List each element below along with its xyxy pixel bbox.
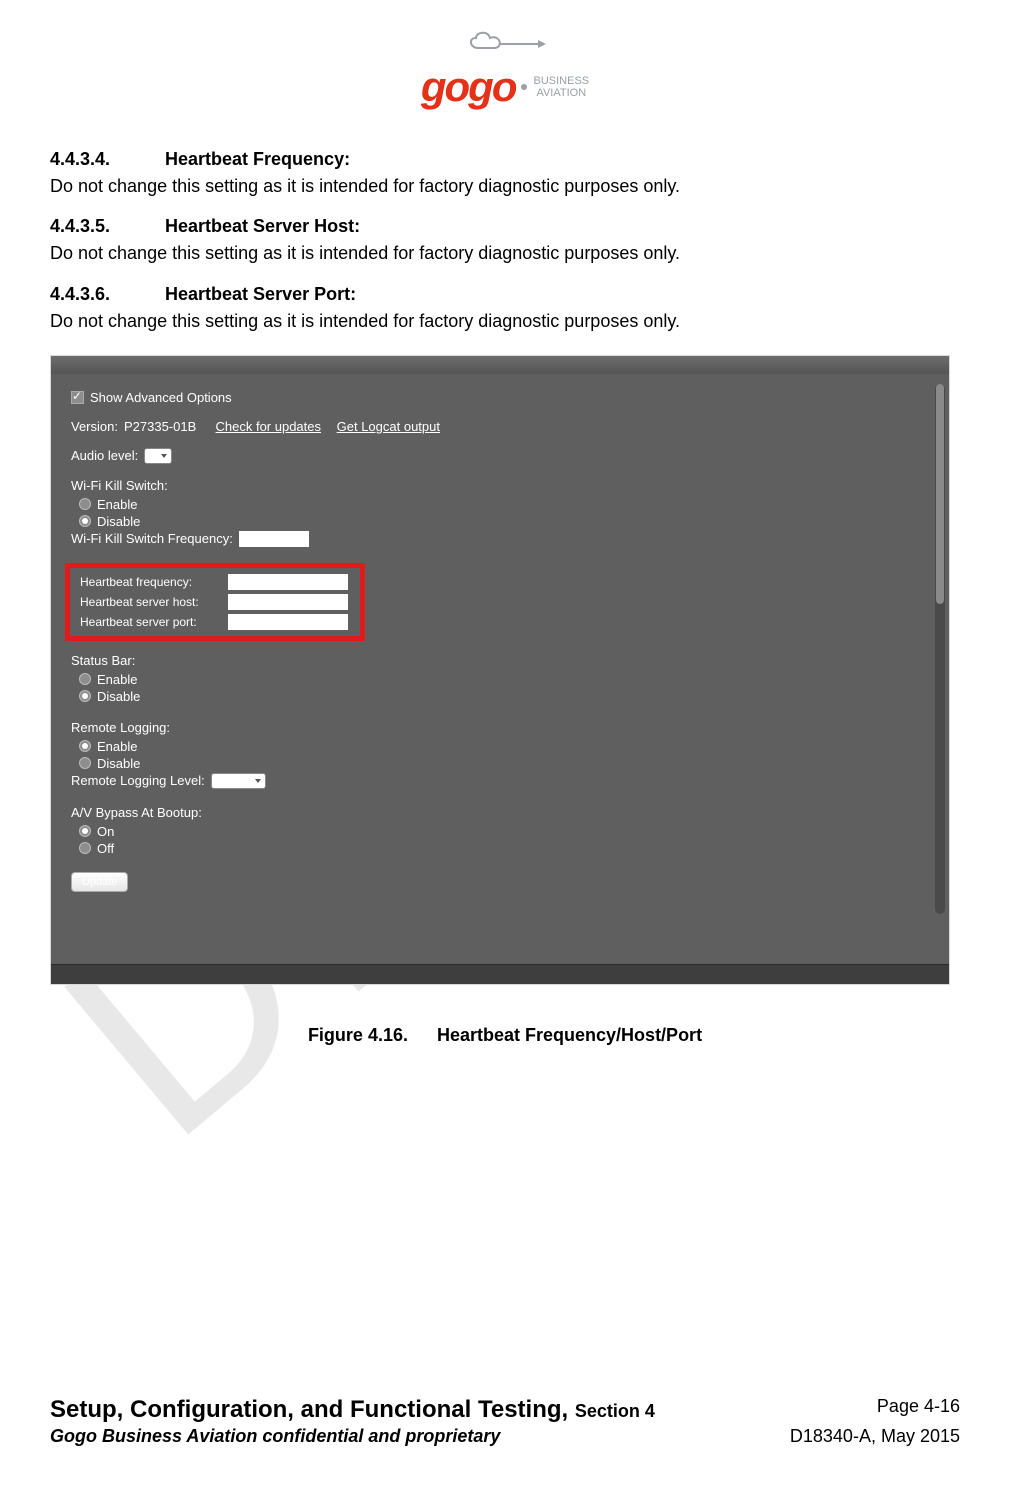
wifi-enable-radio[interactable] xyxy=(79,498,91,510)
hb-freq-label: Heartbeat frequency: xyxy=(80,575,220,589)
version-label: Version: xyxy=(71,419,118,434)
doc-section: 4.4.3.6. Heartbeat Server Port: Do not c… xyxy=(50,284,960,333)
remotelog-enable-radio[interactable] xyxy=(79,740,91,752)
check-updates-link[interactable]: Check for updates xyxy=(216,419,322,434)
section-body: Do not change this setting as it is inte… xyxy=(50,241,960,265)
wifi-disable-radio[interactable] xyxy=(79,515,91,527)
show-advanced-checkbox[interactable] xyxy=(71,391,84,404)
enable-label: Enable xyxy=(97,497,137,512)
page-footer: Setup, Configuration, and Functional Tes… xyxy=(50,1396,960,1447)
section-title: Heartbeat Server Port: xyxy=(165,284,356,304)
section-title: Heartbeat Frequency: xyxy=(165,149,350,169)
on-label: On xyxy=(97,824,114,839)
heartbeat-highlight-box: Heartbeat frequency: 15000 Heartbeat ser… xyxy=(65,563,365,641)
doc-section: 4.4.3.5. Heartbeat Server Host: Do not c… xyxy=(50,216,960,265)
footer-title: Setup, Configuration, and Functional Tes… xyxy=(50,1396,575,1423)
show-advanced-label: Show Advanced Options xyxy=(90,390,232,405)
window-bottombar xyxy=(51,964,949,984)
footer-page: Page 4-16 xyxy=(877,1396,960,1424)
enable-label: Enable xyxy=(97,672,137,687)
statusbar-enable-radio[interactable] xyxy=(79,673,91,685)
get-logcat-link[interactable]: Get Logcat output xyxy=(337,419,440,434)
cloud-arrow-icon xyxy=(460,28,550,58)
av-bypass-label: A/V Bypass At Bootup: xyxy=(71,805,929,820)
audio-level-label: Audio level: xyxy=(71,448,138,463)
disable-label: Disable xyxy=(97,689,140,704)
status-bar-label: Status Bar: xyxy=(71,653,929,668)
wifi-kill-switch-label: Wi-Fi Kill Switch: xyxy=(71,478,929,493)
section-title: Heartbeat Server Host: xyxy=(165,216,360,236)
section-body: Do not change this setting as it is inte… xyxy=(50,174,960,198)
section-number: 4.4.3.6. xyxy=(50,284,160,305)
disable-label: Disable xyxy=(97,756,140,771)
hb-freq-input[interactable]: 15000 xyxy=(228,574,348,590)
hb-port-input[interactable]: 2222 xyxy=(228,614,348,630)
remotelog-disable-radio[interactable] xyxy=(79,757,91,769)
version-value: P27335-01B xyxy=(124,419,196,434)
window-titlebar xyxy=(51,356,949,374)
remote-logging-label: Remote Logging: xyxy=(71,720,929,735)
statusbar-disable-radio[interactable] xyxy=(79,690,91,702)
figure-caption: Figure 4.16. Heartbeat Frequency/Host/Po… xyxy=(50,1025,960,1046)
section-number: 4.4.3.4. xyxy=(50,149,160,170)
figure-number: Figure 4.16. xyxy=(308,1025,408,1046)
logo-header: gogo BUSINESSAVIATION xyxy=(50,28,960,111)
av-on-radio[interactable] xyxy=(79,825,91,837)
settings-screenshot: Show Advanced Options Version: P27335-01… xyxy=(50,355,950,985)
enable-label: Enable xyxy=(97,739,137,754)
vertical-scrollbar[interactable] xyxy=(935,384,945,914)
hb-port-label: Heartbeat server port: xyxy=(80,615,220,629)
logo-subtext: BUSINESSAVIATION xyxy=(533,75,589,99)
logo-dot-icon xyxy=(521,84,527,90)
hb-host-label: Heartbeat server host: xyxy=(80,595,220,609)
disable-label: Disable xyxy=(97,514,140,529)
av-off-radio[interactable] xyxy=(79,842,91,854)
logo-word: gogo xyxy=(421,63,516,111)
section-number: 4.4.3.5. xyxy=(50,216,160,237)
update-button[interactable]: Update xyxy=(71,872,128,892)
doc-section: 4.4.3.4. Heartbeat Frequency: Do not cha… xyxy=(50,149,960,198)
footer-docid: D18340-A, May 2015 xyxy=(790,1426,960,1447)
footer-confidential: Gogo Business Aviation confidential and … xyxy=(50,1426,500,1447)
off-label: Off xyxy=(97,841,114,856)
remote-logging-level-select[interactable]: WARN xyxy=(211,773,266,789)
wifi-freq-input[interactable]: 5000 xyxy=(239,531,309,547)
wifi-freq-label: Wi-Fi Kill Switch Frequency: xyxy=(71,531,233,546)
hb-host-input[interactable]: video.gogo.aero xyxy=(228,594,348,610)
section-body: Do not change this setting as it is inte… xyxy=(50,309,960,333)
audio-level-select[interactable]: 8 xyxy=(144,448,172,464)
footer-section: Section 4 xyxy=(575,1401,655,1421)
remote-logging-level-label: Remote Logging Level: xyxy=(71,773,205,788)
figure-title: Heartbeat Frequency/Host/Port xyxy=(437,1025,702,1045)
